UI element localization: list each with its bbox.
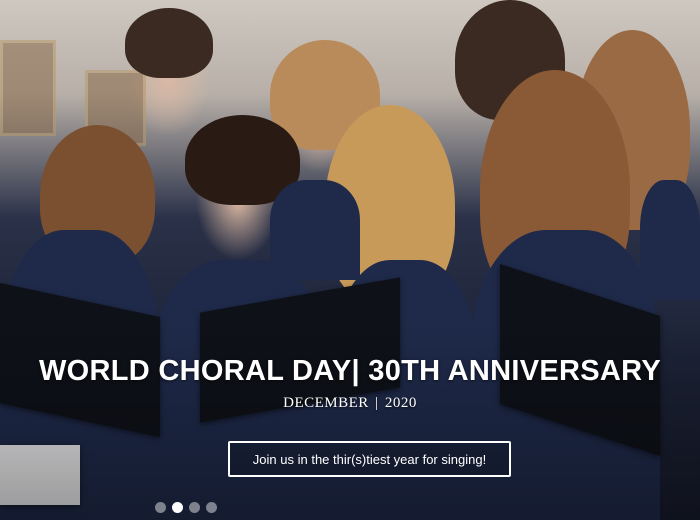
carousel-dot-1[interactable]: [155, 502, 166, 513]
subtitle-year: 2020: [384, 395, 417, 411]
carousel-dot-4[interactable]: [206, 502, 217, 513]
carousel-dot-3[interactable]: [189, 502, 200, 513]
carousel-indicators: [155, 502, 217, 513]
singer-dress: [270, 180, 360, 280]
photo-shade: [0, 320, 700, 520]
hero-title: WORLD CHORAL DAY| 30TH ANNIVERSARY: [38, 355, 661, 388]
carousel-dot-2-active[interactable]: [172, 502, 183, 513]
hero-subtitle: DECEMBER | 2020: [0, 395, 700, 412]
cta-button[interactable]: Join us in the thir(s)tiest year for sin…: [228, 441, 511, 477]
singer-hair: [125, 8, 213, 78]
subtitle-separator: |: [375, 395, 379, 411]
wall-painting: [0, 40, 56, 136]
subtitle-month: DECEMBER: [283, 395, 369, 411]
hero-carousel: WORLD CHORAL DAY| 30TH ANNIVERSARY DECEM…: [0, 0, 700, 520]
singer-dress: [640, 180, 700, 300]
